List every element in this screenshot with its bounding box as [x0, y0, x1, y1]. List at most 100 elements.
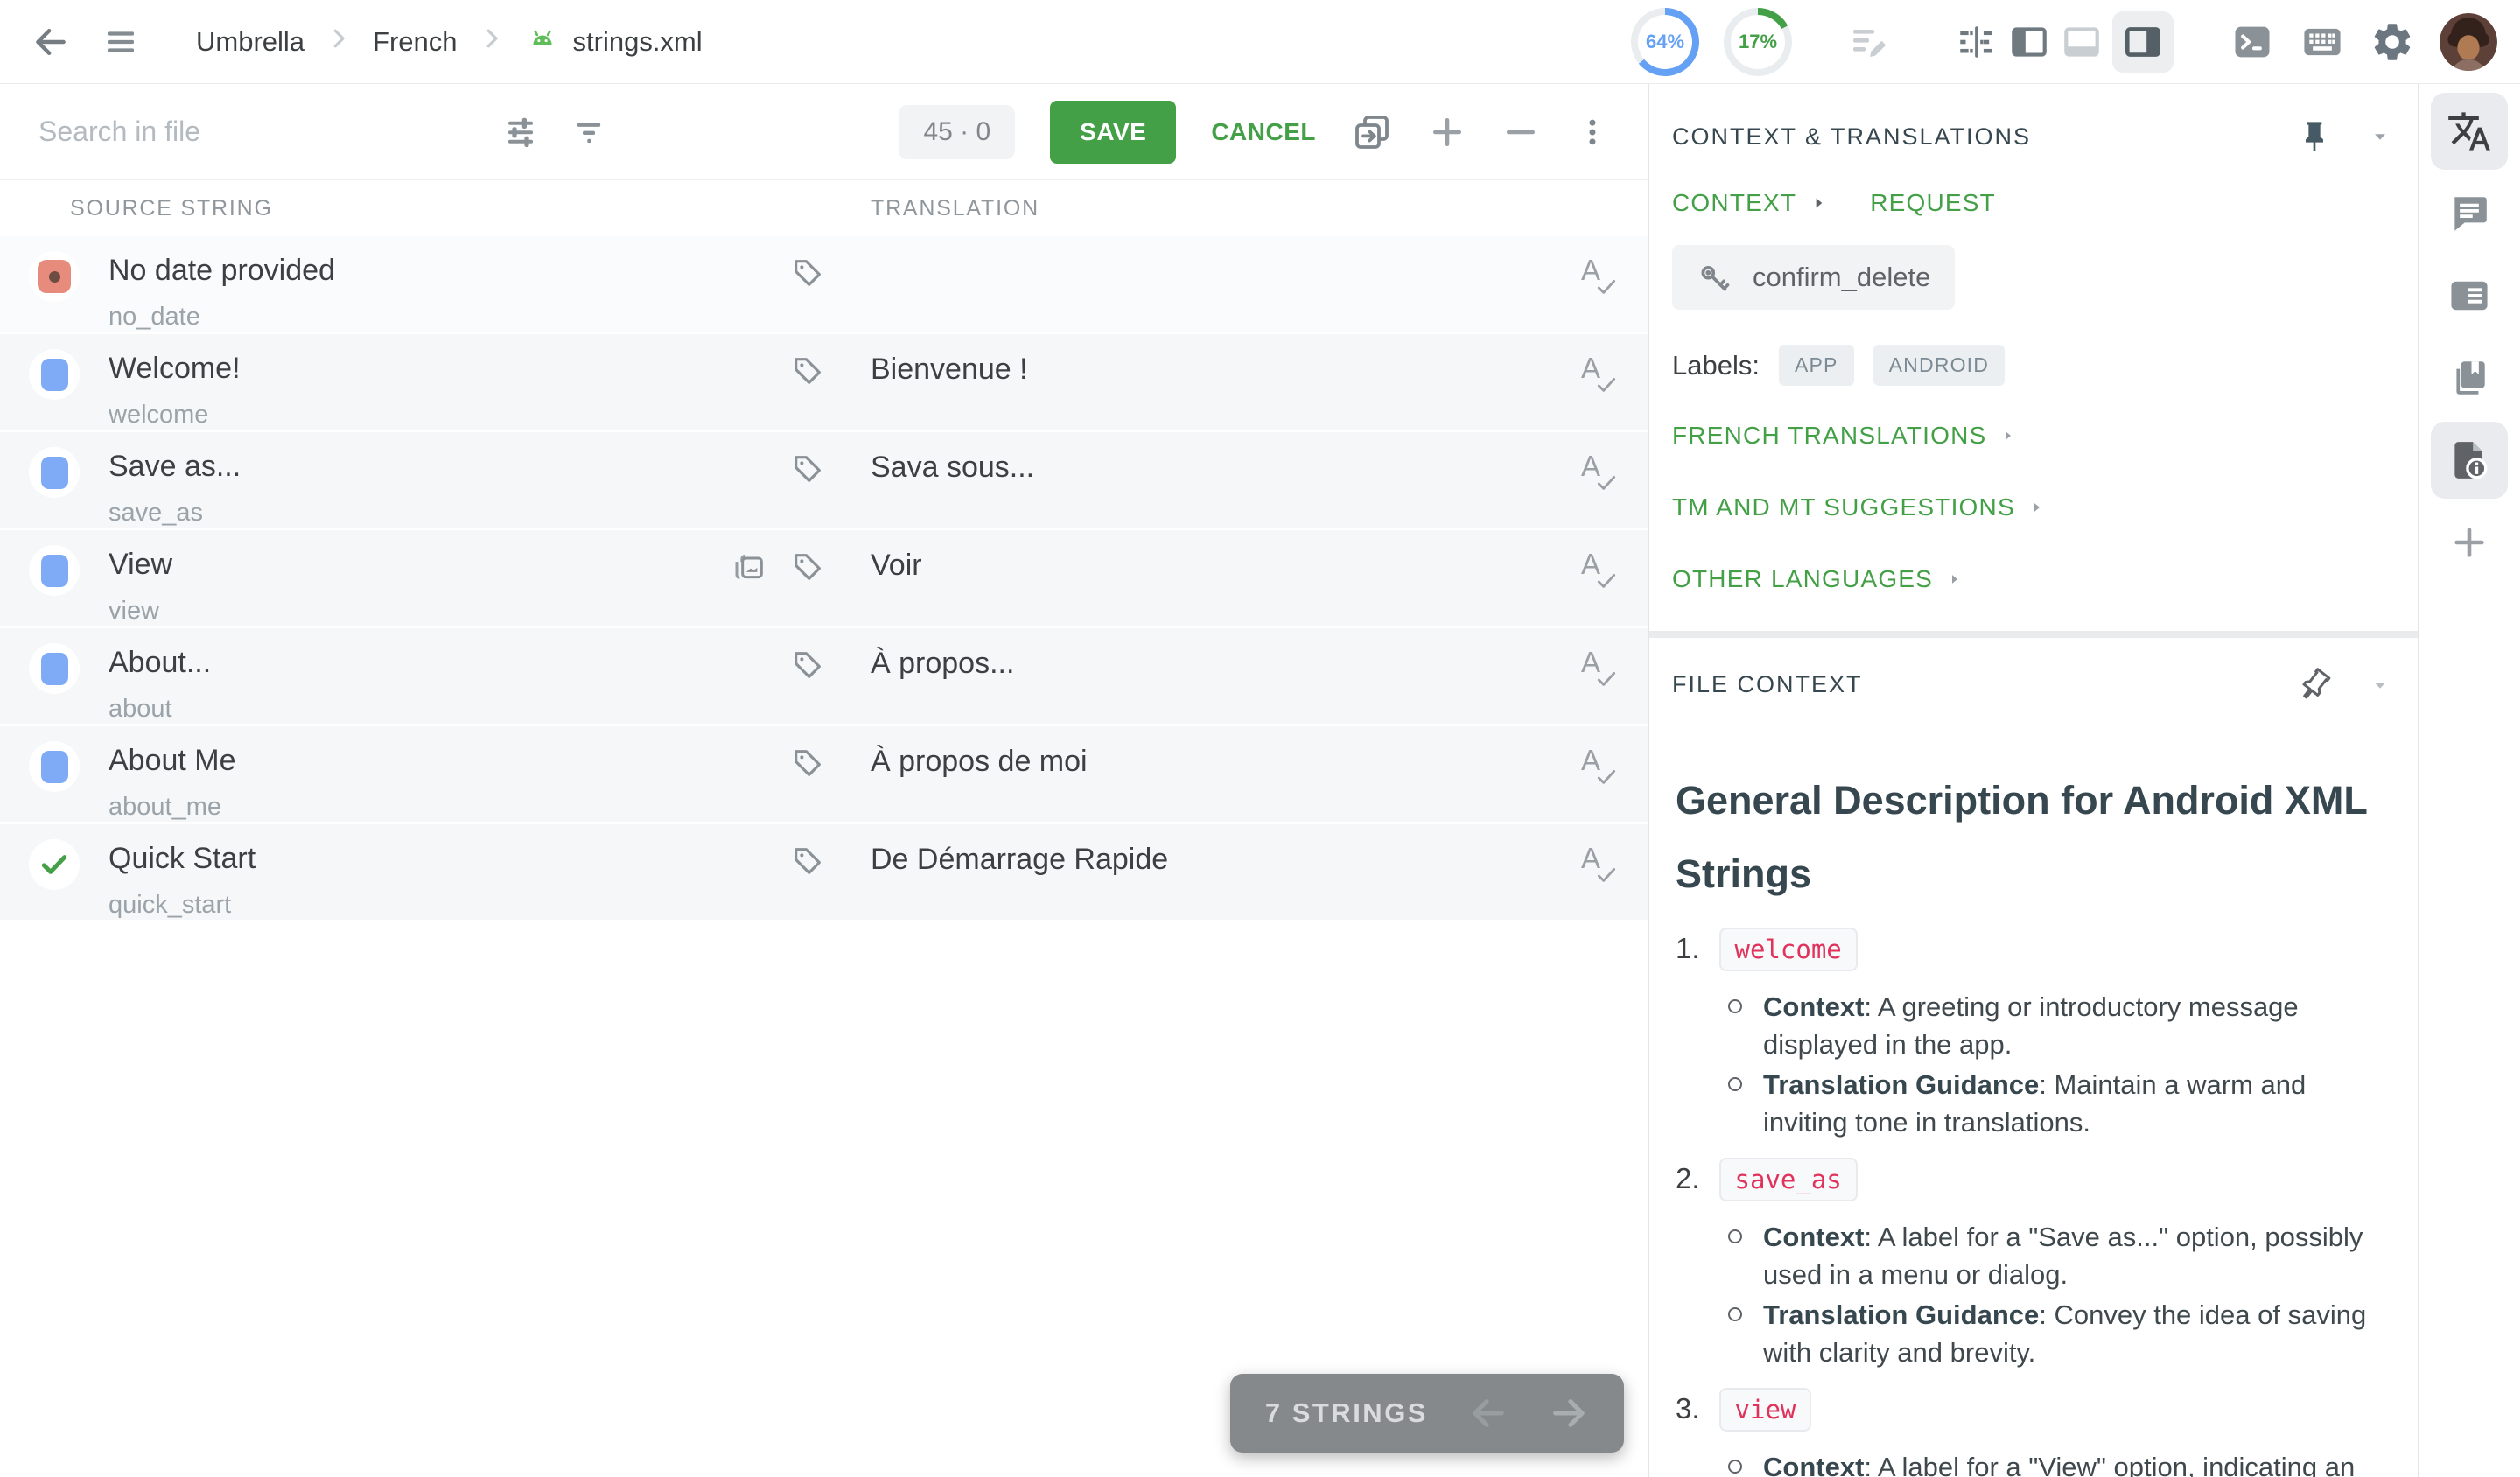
add-panel-icon[interactable] — [2431, 504, 2508, 581]
section-tm-mt-suggestions[interactable]: TM AND MT SUGGESTIONS — [1649, 472, 2418, 543]
filters-tune-icon[interactable] — [502, 114, 539, 150]
table-row[interactable]: Save as... save_as Sava sous... A — [0, 432, 1648, 528]
table-row[interactable]: Quick Start quick_start De Démarrage Rap… — [0, 824, 1648, 920]
context-card-tab-icon[interactable] — [2431, 257, 2508, 334]
spellcheck-icon[interactable]: A — [1550, 646, 1648, 724]
spellcheck-icon[interactable]: A — [1550, 450, 1648, 528]
copy-source-icon[interactable] — [1351, 111, 1393, 153]
settings-gear-icon[interactable] — [2370, 19, 2415, 65]
spellcheck-icon[interactable]: A — [1550, 842, 1648, 920]
breadcrumb-project[interactable]: Umbrella — [196, 26, 304, 58]
unpin-icon[interactable] — [2297, 668, 2332, 703]
table-row[interactable]: About... about À propos... A — [0, 628, 1648, 724]
edit-lines-icon — [1848, 21, 1890, 63]
string-status-icon — [29, 349, 80, 400]
tag-icon[interactable] — [790, 550, 825, 584]
collapse-caret-icon[interactable] — [2369, 674, 2391, 696]
right-panel-view-icon[interactable] — [2112, 11, 2174, 73]
strings-pager: 7 STRINGS — [1230, 1374, 1624, 1452]
file-context-tab-icon[interactable] — [2431, 422, 2508, 499]
menu-icon[interactable] — [103, 24, 138, 60]
spellcheck-icon[interactable]: A — [1550, 352, 1648, 430]
doc-term-item: view Context: A label for a "View" optio… — [1676, 1392, 2379, 1477]
minus-icon[interactable] — [1502, 113, 1540, 151]
chevron-right-icon — [2000, 428, 2016, 444]
labels-title: Labels: — [1672, 350, 1760, 382]
string-key-chip[interactable]: confirm_delete — [1672, 245, 1955, 310]
string-key: about — [108, 695, 739, 724]
label-chip[interactable]: APP — [1779, 345, 1854, 386]
glossary-tab-icon[interactable] — [2431, 340, 2508, 416]
section-french-translations[interactable]: FRENCH TRANSLATIONS — [1649, 400, 2418, 472]
spellcheck-icon[interactable]: A — [1550, 744, 1648, 822]
tag-icon[interactable] — [790, 452, 825, 486]
user-avatar[interactable] — [2440, 13, 2497, 71]
filter-list-icon[interactable] — [570, 114, 607, 150]
collapse-caret-icon[interactable] — [2369, 125, 2391, 148]
breadcrumb-language[interactable]: French — [373, 26, 457, 58]
spellcheck-icon[interactable]: A — [1550, 254, 1648, 332]
tag-icon[interactable] — [790, 648, 825, 682]
label-chip[interactable]: ANDROID — [1873, 345, 2005, 386]
plus-icon[interactable] — [1428, 113, 1466, 151]
translation-text: Bienvenue ! — [871, 352, 1550, 430]
left-panel-view-icon[interactable] — [2007, 20, 2051, 64]
section-other-languages[interactable]: OTHER LANGUAGES — [1649, 543, 2418, 615]
context-tab[interactable]: CONTEXT — [1672, 189, 1828, 217]
comments-tab-icon[interactable] — [2431, 175, 2508, 252]
context-panel-title: CONTEXT & TRANSLATIONS — [1672, 123, 2031, 150]
top-bar: Umbrella French strings.xml 64% 17% — [0, 0, 2520, 84]
doc-guidance-bullet: Translation Guidance: Convey the idea of… — [1726, 1296, 2379, 1371]
tag-icon[interactable] — [790, 746, 825, 780]
doc-term-list: welcome Context: A greeting or introduct… — [1676, 932, 2379, 1477]
string-key: view — [108, 597, 739, 626]
key-icon — [1697, 259, 1733, 296]
more-options-icon[interactable] — [1575, 115, 1610, 150]
translations-tab-icon[interactable] — [2431, 93, 2508, 170]
term-code-chip: welcome — [1719, 928, 1858, 971]
previous-page-icon[interactable] — [1468, 1393, 1508, 1433]
doc-term-item: welcome Context: A greeting or introduct… — [1676, 932, 2379, 1141]
cancel-button[interactable]: CANCEL — [1211, 118, 1316, 146]
spellcheck-icon[interactable]: A — [1550, 548, 1648, 626]
tag-icon[interactable] — [790, 354, 825, 388]
approved-check-icon — [37, 847, 72, 882]
panel-divider — [1649, 631, 2418, 638]
bottom-panel-view-icon[interactable] — [2060, 20, 2104, 64]
breadcrumb-file[interactable]: strings.xml — [573, 26, 703, 58]
tag-icon[interactable] — [790, 256, 825, 290]
pin-icon[interactable] — [2297, 119, 2332, 154]
string-key: quick_start — [108, 891, 739, 920]
save-button[interactable]: SAVE — [1050, 101, 1176, 164]
strings-panel: 45 · 0 SAVE CANCEL SOURCE STRING TRANS — [0, 84, 1648, 1477]
source-column-header: SOURCE STRING — [0, 196, 871, 221]
screenshot-icon[interactable] — [732, 550, 767, 584]
table-row[interactable]: View view Voir A — [0, 530, 1648, 626]
keyboard-icon[interactable] — [2300, 19, 2345, 65]
terminal-icon[interactable] — [2230, 19, 2275, 65]
search-input[interactable] — [38, 116, 424, 148]
chevron-right-icon — [1810, 194, 1828, 212]
back-icon[interactable] — [32, 23, 70, 61]
term-code-chip: view — [1719, 1388, 1812, 1432]
translation-text — [871, 254, 1550, 332]
chevron-right-icon — [326, 25, 352, 59]
table-row[interactable]: About Me about_me À propos de moi A — [0, 726, 1648, 822]
next-page-icon[interactable] — [1549, 1393, 1589, 1433]
string-status-icon — [29, 447, 80, 498]
translation-progress-ring[interactable]: 64% — [1631, 8, 1699, 76]
table-row[interactable]: No date provided no_date A — [0, 236, 1648, 332]
file-context-document: General Description for Android XML Stri… — [1649, 722, 2418, 1477]
table-row[interactable]: Welcome! welcome Bienvenue ! A — [0, 334, 1648, 430]
approval-progress-ring[interactable]: 17% — [1724, 8, 1792, 76]
chevron-right-icon — [2029, 500, 2045, 515]
source-string-text: About Me — [108, 744, 739, 778]
request-tab[interactable]: REQUEST — [1870, 189, 1996, 217]
doc-term-item: save_as Context: A label for a "Save as.… — [1676, 1162, 2379, 1371]
side-by-side-view-icon[interactable] — [1955, 20, 1998, 64]
tag-icon[interactable] — [790, 844, 825, 878]
doc-context-bullet: Context: A label for a "View" option, in… — [1726, 1448, 2379, 1477]
term-code-chip: save_as — [1719, 1158, 1858, 1201]
file-context-title: FILE CONTEXT — [1672, 671, 1863, 698]
string-status-icon — [29, 545, 80, 596]
